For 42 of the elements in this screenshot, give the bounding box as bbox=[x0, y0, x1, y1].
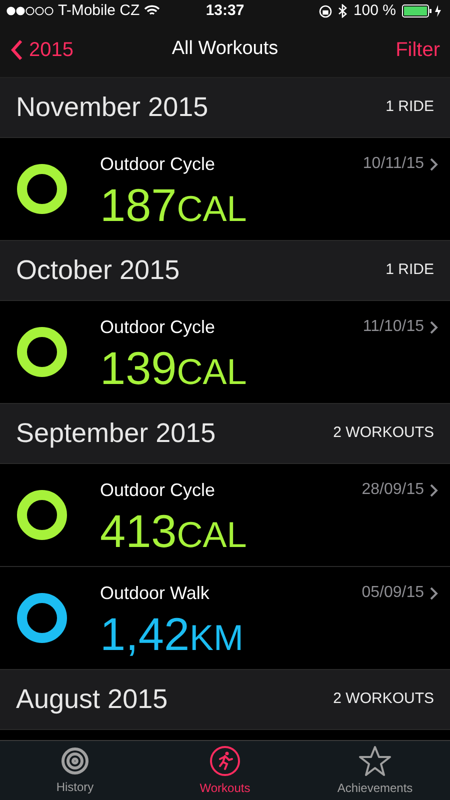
workout-value: 187CAL bbox=[100, 182, 248, 228]
battery-icon bbox=[402, 4, 444, 18]
workout-date: 11/10/15 bbox=[362, 317, 424, 337]
workout-name: Outdoor Cycle bbox=[100, 152, 216, 176]
workout-count: 2 WORKOUTS bbox=[333, 689, 434, 710]
carrier-name: T-Mobile CZ bbox=[58, 0, 140, 21]
month-title: November 2015 bbox=[16, 91, 208, 124]
signal-icon bbox=[6, 6, 54, 16]
star-icon bbox=[358, 744, 392, 776]
workout-name: Outdoor Walk bbox=[100, 582, 210, 604]
chevron-right-icon bbox=[430, 484, 438, 496]
clock: 13:37 bbox=[206, 0, 244, 21]
workout-date: 28/09/15 bbox=[362, 480, 424, 500]
workout-count: 2 WORKOUTS bbox=[333, 423, 434, 444]
tab[interactable]: Achievements bbox=[300, 741, 450, 800]
runner-icon bbox=[209, 744, 241, 776]
chevron-right-icon bbox=[430, 320, 438, 334]
month-title: October 2015 bbox=[16, 254, 180, 288]
page-title: All Workouts bbox=[172, 37, 278, 62]
chevron-right-icon bbox=[430, 158, 438, 170]
tab[interactable]: History bbox=[0, 741, 150, 800]
rotation-lock-icon bbox=[319, 4, 332, 18]
tab[interactable]: Workouts bbox=[150, 741, 300, 800]
workout-value: 1,42KM bbox=[100, 610, 245, 656]
workout-name: Outdoor Cycle bbox=[100, 316, 216, 339]
wifi-icon bbox=[144, 5, 160, 17]
workout-count: 1 RIDE bbox=[386, 97, 434, 118]
month-title: September 2015 bbox=[16, 417, 216, 450]
chevron-left-icon bbox=[10, 38, 23, 60]
workout-value: 413CAL bbox=[100, 508, 248, 554]
filter-button[interactable]: Filter bbox=[396, 34, 440, 64]
back-button[interactable]: 2015 bbox=[10, 34, 74, 64]
workout-name: Outdoor Cycle bbox=[100, 478, 216, 502]
workout-date: 10/11/15 bbox=[362, 154, 424, 174]
workout-count: 1 RIDE bbox=[386, 260, 434, 280]
month-title: August 2015 bbox=[16, 683, 168, 716]
workout-date: 05/09/15 bbox=[362, 583, 424, 603]
chevron-right-icon bbox=[430, 586, 438, 600]
battery-percent: 100 % bbox=[353, 0, 396, 21]
workout-value: 139CAL bbox=[100, 344, 248, 390]
bluetooth-icon bbox=[338, 4, 348, 18]
rings-icon bbox=[60, 746, 90, 776]
